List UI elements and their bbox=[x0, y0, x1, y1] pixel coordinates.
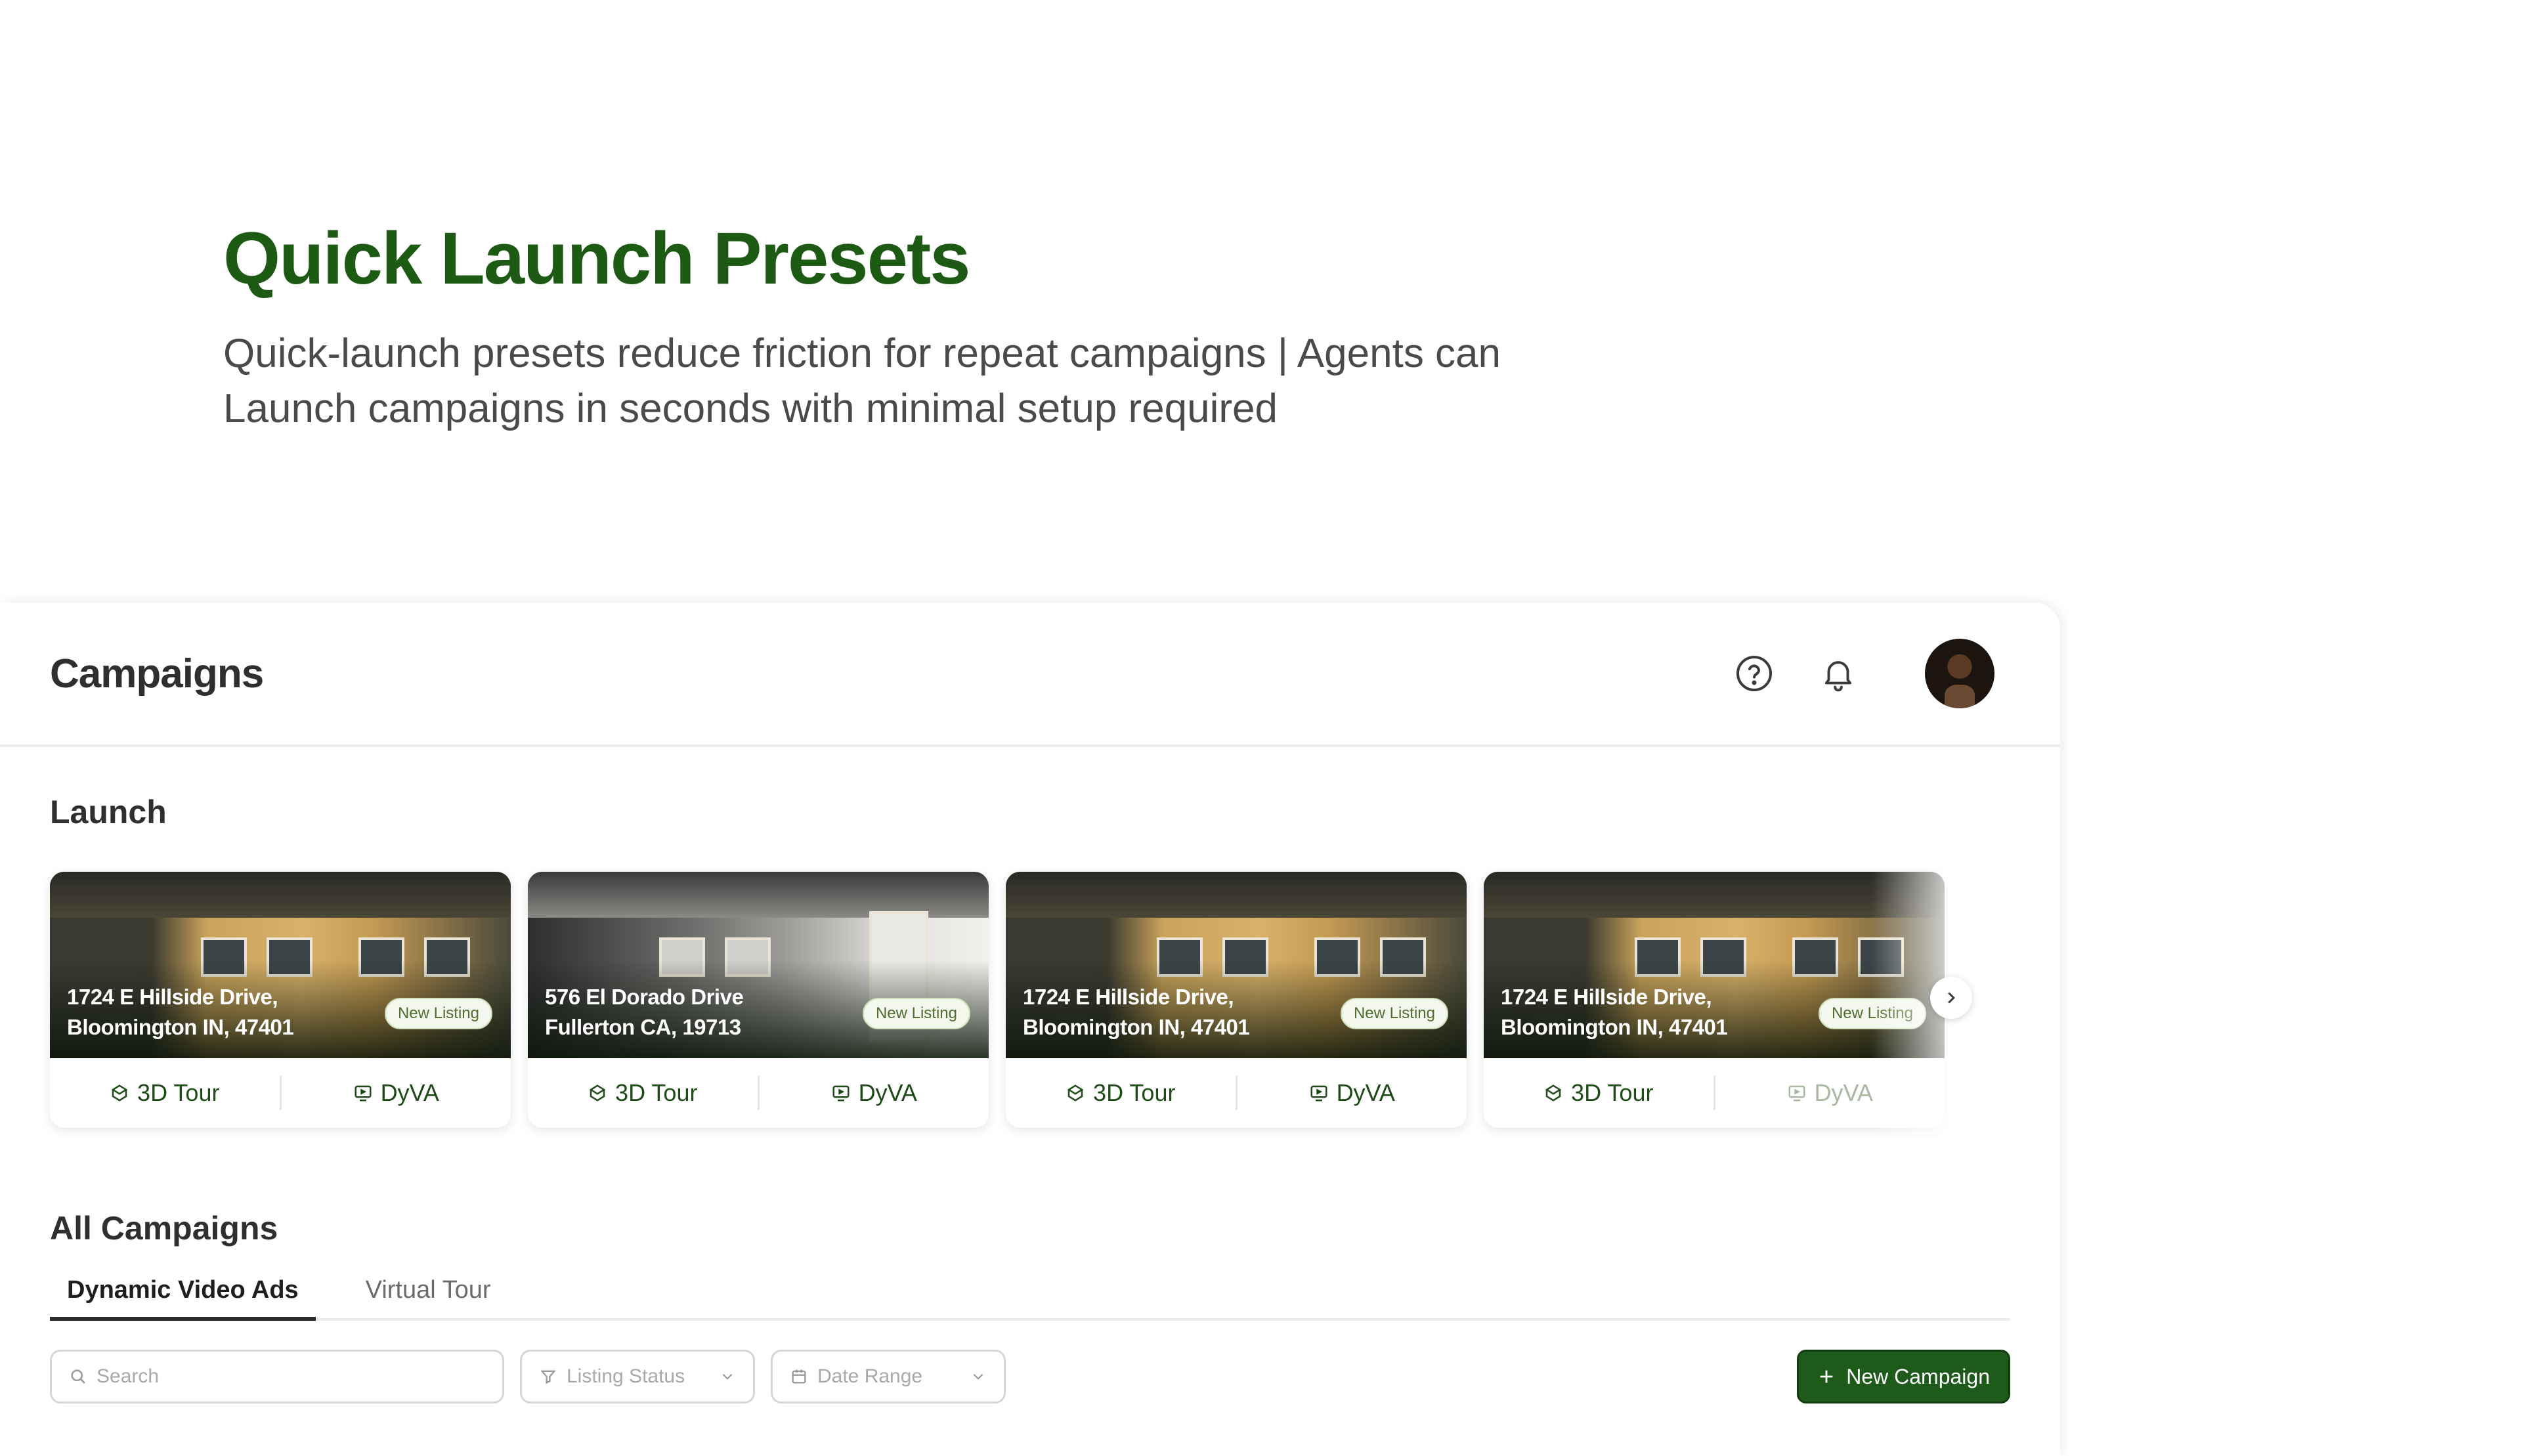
cube-icon bbox=[1545, 1084, 1562, 1102]
property-image: 576 El Dorado Drive Fullerton CA, 19713 … bbox=[528, 872, 989, 1058]
3d-tour-label: 3D Tour bbox=[137, 1079, 220, 1106]
property-address: 576 El Dorado Drive Fullerton CA, 19713 bbox=[545, 982, 744, 1042]
search-input[interactable]: Search bbox=[50, 1350, 504, 1403]
tab-virtual-tour[interactable]: Virtual Tour bbox=[349, 1271, 508, 1321]
status-badge: New Listing bbox=[384, 998, 492, 1029]
all-campaigns-title: All Campaigns bbox=[50, 1210, 278, 1247]
card-actions: 3D Tour DyVA bbox=[528, 1058, 989, 1128]
property-image: 1724 E Hillside Drive, Bloomington IN, 4… bbox=[50, 872, 511, 1058]
date-range-select[interactable]: Date Range bbox=[771, 1350, 1006, 1403]
launch-card[interactable]: 1724 E Hillside Drive, Bloomington IN, 4… bbox=[50, 872, 511, 1128]
3d-tour-button[interactable]: 3D Tour bbox=[528, 1079, 758, 1107]
new-campaign-label: New Campaign bbox=[1846, 1364, 1990, 1388]
listing-status-select[interactable]: Listing Status bbox=[520, 1350, 755, 1403]
address-line2: Fullerton CA, 19713 bbox=[545, 1015, 741, 1039]
address-line2: Bloomington IN, 47401 bbox=[67, 1015, 294, 1039]
launch-cards: 1724 E Hillside Drive, Bloomington IN, 4… bbox=[50, 872, 2019, 1134]
video-icon bbox=[1788, 1085, 1805, 1102]
status-badge: New Listing bbox=[862, 998, 970, 1029]
panel-content: 1724 E Hillside Drive, Bloomington IN, 4… bbox=[0, 603, 2060, 1456]
3d-tour-button[interactable]: 3D Tour bbox=[50, 1079, 280, 1107]
video-icon bbox=[355, 1085, 372, 1102]
video-icon bbox=[832, 1085, 850, 1102]
3d-tour-button[interactable]: 3D Tour bbox=[1484, 1079, 1713, 1107]
new-campaign-button[interactable]: New Campaign bbox=[1797, 1350, 2010, 1403]
dyva-label: DyVA bbox=[380, 1079, 439, 1106]
property-address: 1724 E Hillside Drive, Bloomington IN, 4… bbox=[67, 982, 294, 1042]
chevron-down-icon bbox=[722, 1373, 733, 1380]
calendar-icon bbox=[792, 1369, 806, 1384]
address-line2: Bloomington IN, 47401 bbox=[1023, 1015, 1250, 1039]
3d-tour-label: 3D Tour bbox=[1571, 1079, 1654, 1106]
launch-card[interactable]: 576 El Dorado Drive Fullerton CA, 19713 … bbox=[528, 872, 989, 1128]
address-line2: Bloomington IN, 47401 bbox=[1501, 1015, 1728, 1039]
launch-card[interactable]: 1724 E Hillside Drive, Bloomington IN, 4… bbox=[1006, 872, 1467, 1128]
chevron-right-icon bbox=[1948, 992, 1955, 1004]
tab-dynamic-video-ads[interactable]: Dynamic Video Ads bbox=[50, 1271, 316, 1321]
plus-icon bbox=[1820, 1370, 1833, 1383]
hero-subtitle: Quick-launch presets reduce friction for… bbox=[223, 330, 1501, 431]
search-icon bbox=[71, 1369, 85, 1384]
card-actions: 3D Tour DyVA bbox=[1006, 1058, 1467, 1128]
address-line1: 1724 E Hillside Drive, bbox=[67, 985, 278, 1009]
3d-tour-label: 3D Tour bbox=[615, 1079, 698, 1106]
dyva-label: DyVA bbox=[1336, 1079, 1395, 1106]
cube-icon bbox=[111, 1084, 128, 1102]
filter-bar: Search Listing Status Date Range New Cam… bbox=[50, 1350, 2010, 1403]
chevron-down-icon bbox=[973, 1373, 983, 1380]
cube-icon bbox=[1067, 1084, 1084, 1102]
carousel-next-button[interactable] bbox=[1930, 977, 1972, 1019]
listing-status-label: Listing Status bbox=[567, 1365, 685, 1387]
address-line1: 576 El Dorado Drive bbox=[545, 985, 744, 1009]
3d-tour-button[interactable]: 3D Tour bbox=[1006, 1079, 1236, 1107]
3d-tour-label: 3D Tour bbox=[1093, 1079, 1176, 1106]
search-placeholder: Search bbox=[97, 1365, 160, 1387]
property-address: 1724 E Hillside Drive, Bloomington IN, 4… bbox=[1501, 982, 1728, 1042]
dyva-button[interactable]: DyVA bbox=[1238, 1079, 1467, 1107]
date-range-label: Date Range bbox=[817, 1365, 923, 1387]
video-icon bbox=[1310, 1085, 1327, 1102]
hero-section: Quick Launch Presets Quick-launch preset… bbox=[223, 217, 1602, 437]
property-image: 1724 E Hillside Drive, Bloomington IN, 4… bbox=[1006, 872, 1467, 1058]
dyva-label: DyVA bbox=[1814, 1079, 1873, 1106]
property-address: 1724 E Hillside Drive, Bloomington IN, 4… bbox=[1023, 982, 1250, 1042]
status-badge: New Listing bbox=[1340, 998, 1448, 1029]
campaign-tabs: Dynamic Video Ads Virtual Tour bbox=[50, 1271, 2010, 1321]
card-actions: 3D Tour DyVA bbox=[50, 1058, 511, 1128]
filter-icon bbox=[540, 1370, 556, 1384]
dyva-label: DyVA bbox=[858, 1079, 917, 1106]
dyva-button[interactable]: DyVA bbox=[282, 1079, 511, 1107]
address-line1: 1724 E Hillside Drive, bbox=[1023, 985, 1234, 1009]
hero-title: Quick Launch Presets bbox=[223, 217, 970, 299]
dyva-button[interactable]: DyVA bbox=[760, 1079, 989, 1107]
cube-icon bbox=[589, 1084, 606, 1102]
address-line1: 1724 E Hillside Drive, bbox=[1501, 985, 1712, 1009]
